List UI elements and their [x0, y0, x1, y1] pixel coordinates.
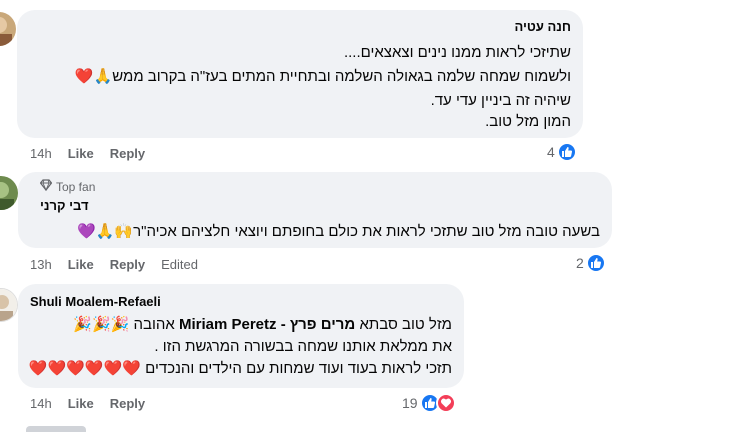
comment-timestamp[interactable]: 13h — [30, 257, 52, 272]
top-fan-label: Top fan — [56, 180, 96, 194]
reaction-count: 19 — [402, 395, 418, 411]
reaction-summary[interactable]: 4 — [547, 142, 577, 162]
comment-text: בשעה טובה מזל טוב שתזכי לראות את כולם בח… — [30, 221, 600, 242]
comment-line: המון מזל טוב. — [485, 113, 571, 130]
comment-bubble: Shuli Moalem-Refaeli מזל טוב סבתא מרים פ… — [18, 284, 464, 388]
comment-text: שתיזכי לראות ממנו נינים וצאצאים.... ולשמ… — [29, 42, 571, 132]
comment-line-text: מזל טוב סבתא — [355, 316, 452, 333]
reply-button[interactable]: Reply — [110, 146, 145, 161]
comment-actions: 14h Like Reply — [30, 396, 145, 411]
reaction-summary[interactable]: 2 — [576, 253, 606, 273]
comment-bubble: Top fan דבי קרני בשעה טובה מזל טוב שתזכי… — [18, 172, 612, 248]
diamond-icon — [39, 179, 53, 195]
reply-button[interactable]: Reply — [110, 257, 145, 272]
top-fan-badge: Top fan — [39, 179, 600, 195]
comment-author[interactable]: Shuli Moalem-Refaeli — [30, 293, 452, 310]
comment-line: מזל טוב סבתא מרים פרץ - Miriam Peretz אה… — [30, 314, 452, 335]
comment-line: שתיזכי לראות ממנו נינים וצאצאים.... — [343, 44, 571, 61]
reply-button[interactable]: Reply — [110, 396, 145, 411]
reaction-count: 2 — [576, 255, 584, 271]
mention-link[interactable]: מרים פרץ - Miriam Peretz — [179, 316, 355, 333]
comment-line: שיהיה זה ביניין עדי עד. — [430, 92, 571, 109]
avatar[interactable] — [0, 176, 18, 210]
comment-line: ולשמוח שמחה שלמה בגאולה השלמה ובתחיית המ… — [74, 68, 571, 85]
comment-line: בשעה טובה מזל טוב שתזכי לראות את כולם בח… — [77, 223, 600, 240]
avatar[interactable] — [0, 288, 18, 322]
avatar[interactable] — [0, 12, 16, 46]
like-reaction-icon — [585, 253, 606, 273]
reaction-count: 4 — [547, 144, 555, 160]
comment-line: תזכי לראות בעוד ועוד שמחות עם הילדים והנ… — [28, 360, 452, 377]
comment-line: את ממלאת אותנו שמחה בבשורה המרגשת הזו . — [154, 338, 452, 355]
comment-actions: 14h Like Reply — [30, 146, 145, 161]
like-reaction-icon — [556, 142, 577, 162]
comment-timestamp[interactable]: 14h — [30, 146, 52, 161]
comment-text: מזל טוב סבתא מרים פרץ - Miriam Peretz אה… — [28, 314, 452, 379]
next-comment-peek — [26, 426, 116, 432]
like-button[interactable]: Like — [68, 257, 94, 272]
like-button[interactable]: Like — [68, 396, 94, 411]
comment-actions: 13h Like Reply Edited — [30, 257, 198, 272]
comment-author[interactable]: חנה עטיה — [29, 18, 571, 35]
comment-bubble: חנה עטיה שתיזכי לראות ממנו נינים וצאצאים… — [17, 10, 583, 138]
comment-timestamp[interactable]: 14h — [30, 396, 52, 411]
love-reaction-icon — [435, 393, 456, 413]
reaction-summary[interactable]: 19 — [402, 393, 456, 413]
comment-author[interactable]: דבי קרני — [40, 197, 89, 214]
comment-line-text: אהובה 🎉🎉🎉 — [73, 316, 179, 333]
like-button[interactable]: Like — [68, 146, 94, 161]
edited-label: Edited — [161, 257, 198, 272]
